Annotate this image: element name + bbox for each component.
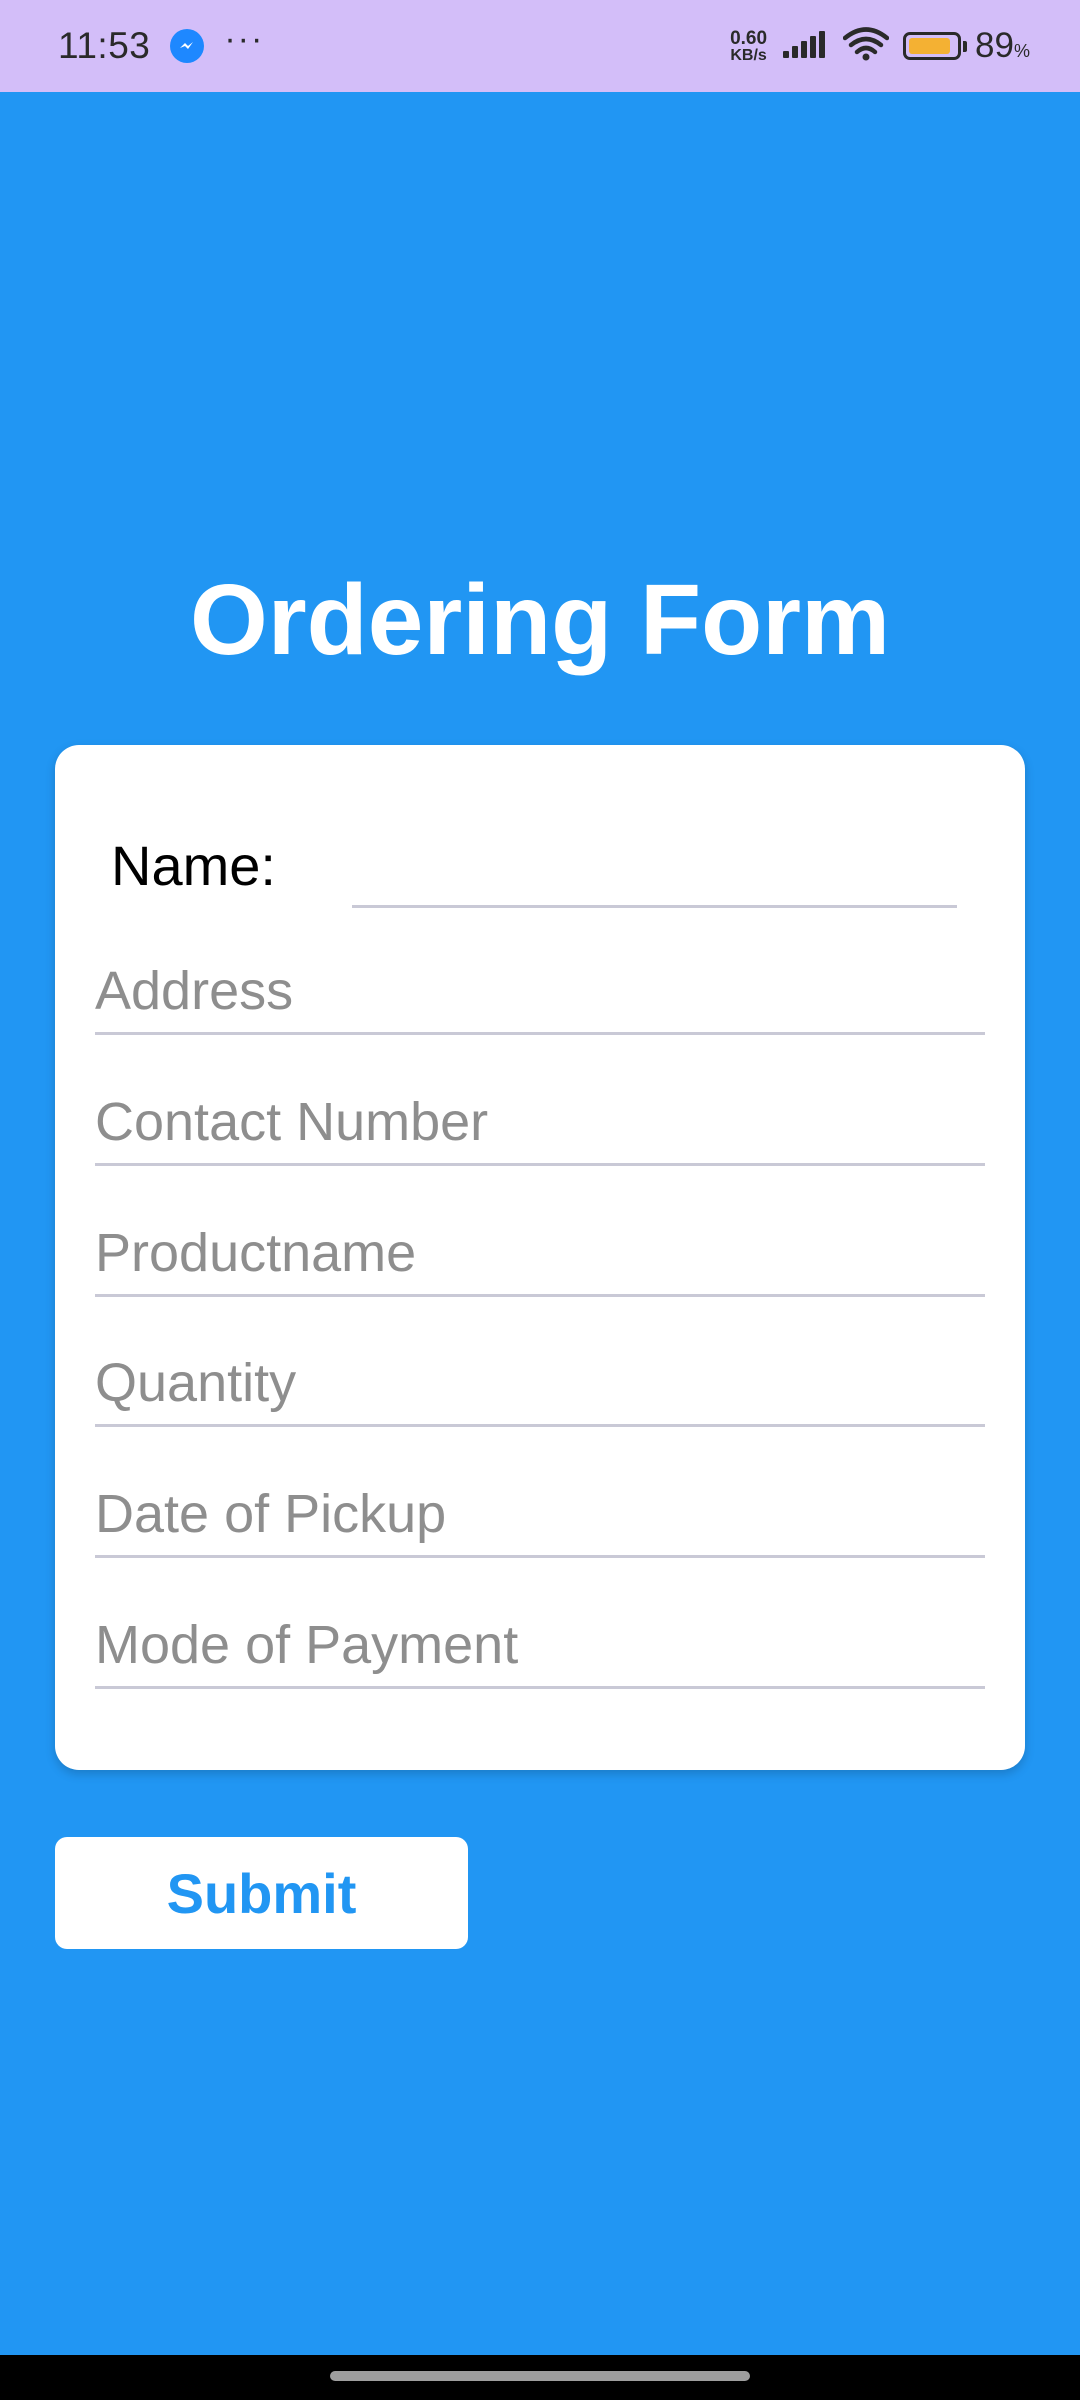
battery-level-fill	[909, 38, 950, 54]
more-notifications-icon: ···	[224, 20, 265, 58]
status-bar-left: 11:53 ···	[58, 20, 265, 67]
status-bar-right: 0.60 KB/s 89%	[730, 26, 1030, 66]
status-bar: 11:53 ··· 0.60 KB/s 89%	[0, 0, 1080, 92]
network-speed-value: 0.60	[730, 27, 768, 49]
contact-number-input[interactable]	[95, 1086, 985, 1166]
wifi-icon	[842, 26, 890, 66]
submit-button[interactable]: Submit	[55, 1837, 468, 1949]
home-indicator[interactable]	[330, 2371, 750, 2381]
status-time: 11:53	[58, 25, 151, 66]
battery-percent: 89%	[975, 26, 1030, 65]
name-label: Name:	[111, 834, 276, 897]
battery-icon: 89%	[903, 26, 1030, 66]
address-input[interactable]	[95, 955, 985, 1035]
messenger-icon	[170, 29, 205, 63]
order-form-card: Name:	[55, 745, 1025, 1770]
mode-of-payment-input[interactable]	[95, 1609, 985, 1689]
network-speed-unit: KB/s	[730, 46, 767, 64]
page-title: Ordering Form	[189, 564, 891, 676]
signal-icon	[781, 29, 829, 64]
navigation-bar	[0, 2355, 1080, 2400]
name-row: Name:	[55, 745, 1025, 915]
name-input[interactable]	[352, 845, 957, 908]
network-speed: 0.60 KB/s	[730, 29, 767, 64]
date-of-pickup-input[interactable]	[95, 1478, 985, 1558]
quantity-input[interactable]	[95, 1347, 985, 1427]
product-name-input[interactable]	[95, 1217, 985, 1297]
